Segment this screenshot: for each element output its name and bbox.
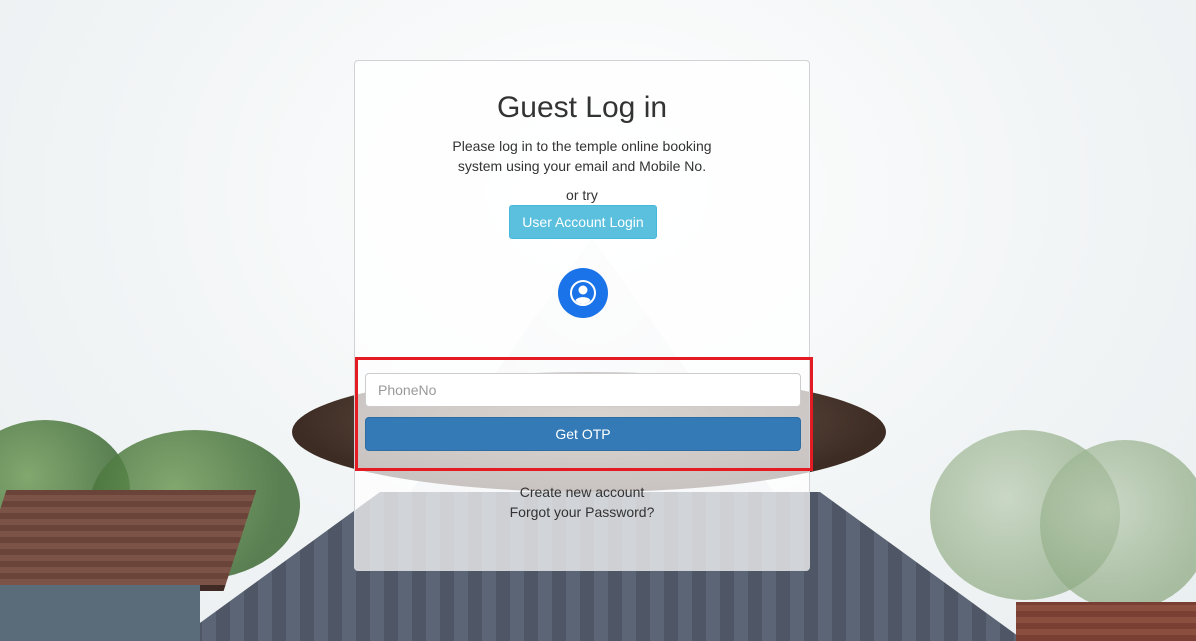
user-account-login-button[interactable]: User Account Login	[509, 205, 657, 239]
page-title: Guest Log in	[496, 91, 668, 124]
highlight-box	[355, 357, 813, 471]
right-building-roof	[1016, 602, 1196, 641]
side-building-roof	[0, 490, 257, 591]
description-line-2: system using your email and Mobile No.	[457, 158, 707, 174]
user-icon-glyph	[570, 280, 596, 306]
user-circle-icon	[558, 268, 608, 318]
login-card: Guest Log in Please log in to the temple…	[354, 60, 810, 571]
create-account-link[interactable]: Create new account	[355, 482, 809, 502]
description-line-1: Please log in to the temple online booki…	[452, 138, 712, 154]
account-links: Create new account Forgot your Password?	[355, 482, 809, 522]
or-try-text: or try	[566, 187, 598, 203]
side-building	[0, 585, 200, 641]
forgot-password-link[interactable]: Forgot your Password?	[355, 502, 809, 522]
tree-right-2	[1040, 440, 1196, 610]
login-description: Please log in to the temple online booki…	[445, 136, 719, 176]
